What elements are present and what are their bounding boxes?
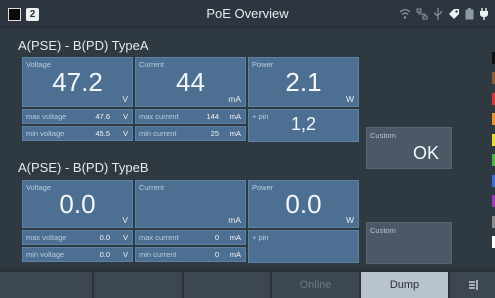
tag-icon [449, 9, 459, 19]
a-max-voltage-unit: V [122, 112, 128, 121]
b-min-current-label: min current [139, 250, 177, 259]
section-a-title: A(PSE) - B(PD) TypeA [18, 38, 149, 53]
a-min-voltage-tile[interactable]: min voltage 45.5 V [22, 126, 133, 141]
a-max-voltage-tile[interactable]: max voltage 47.6 V [22, 109, 133, 124]
bottom-button-3[interactable] [184, 272, 271, 298]
battery-icon [465, 8, 474, 20]
b-min-voltage-unit: V [122, 250, 128, 259]
b-min-voltage-value: 0.0 [99, 250, 110, 259]
b-min-current-value: 0 [214, 250, 219, 259]
b-max-current-unit: mA [229, 233, 241, 242]
a-voltage-unit: V [122, 94, 128, 104]
a-power-value: 2.1 [285, 67, 322, 97]
b-custom-label: Custom [370, 226, 396, 235]
a-min-current-label: min current [139, 129, 177, 138]
b-current-unit: mA [228, 215, 241, 225]
a-min-voltage-unit: V [122, 129, 128, 138]
a-min-voltage-label: min voltage [26, 129, 65, 138]
usb-icon [434, 8, 442, 20]
b-max-voltage-value: 0.0 [99, 233, 110, 242]
b-current-tile[interactable]: Current mA [135, 180, 246, 228]
b-min-voltage-tile[interactable]: min voltage 0.0 V [22, 247, 133, 262]
network-icon [416, 8, 428, 20]
b-power-tile[interactable]: Power 0.0 W [248, 180, 359, 228]
b-power-value: 0.0 [285, 189, 322, 219]
a-min-current-unit: mA [229, 129, 241, 138]
b-min-current-tile[interactable]: min current 0 mA [135, 247, 246, 262]
a-max-voltage-value: 47.6 [95, 112, 110, 121]
b-max-voltage-label: max voltage [26, 233, 67, 242]
a-max-voltage-label: max voltage [26, 112, 67, 121]
a-power-unit: W [345, 94, 354, 104]
b-max-current-tile[interactable]: max current 0 mA [135, 230, 246, 245]
a-voltage-tile[interactable]: Voltage 47.2 V [22, 57, 133, 107]
b-max-voltage-tile[interactable]: max voltage 0.0 V [22, 230, 133, 245]
b-max-current-value: 0 [214, 233, 219, 242]
a-custom-label: Custom [370, 131, 396, 140]
a-custom-tile[interactable]: Custom OK [366, 127, 452, 169]
a-min-current-tile[interactable]: min current 25 mA [135, 126, 246, 141]
menu-button[interactable] [450, 272, 495, 298]
b-power-unit: W [345, 215, 354, 225]
bottom-button-2[interactable] [94, 272, 183, 298]
title-bar: 2 PoE Overview [0, 0, 495, 28]
dump-button[interactable]: Dump [361, 272, 449, 298]
b-pin-label: + pin [252, 233, 269, 242]
status-icons [399, 6, 489, 22]
b-min-current-unit: mA [229, 250, 241, 259]
a-min-voltage-value: 45.5 [95, 129, 110, 138]
b-voltage-tile[interactable]: Voltage 0.0 V [22, 180, 133, 228]
plug-icon [480, 8, 488, 20]
b-pin-tile[interactable]: + pin [248, 230, 359, 263]
a-pin-tile[interactable]: + pin 1,2 [248, 109, 359, 142]
a-max-current-label: max current [139, 112, 179, 121]
b-voltage-value: 0.0 [59, 189, 96, 219]
a-min-current-value: 25 [210, 129, 219, 138]
a-custom-value: OK [412, 143, 439, 163]
b-voltage-unit: V [122, 215, 128, 225]
b-max-current-label: max current [139, 233, 179, 242]
online-button[interactable]: Online [272, 272, 360, 298]
a-max-current-value: 144 [206, 112, 219, 121]
b-max-voltage-unit: V [122, 233, 128, 242]
a-current-tile[interactable]: Current 44 mA [135, 57, 246, 107]
bottom-button-1[interactable] [0, 272, 93, 298]
a-current-unit: mA [228, 94, 241, 104]
b-custom-tile[interactable]: Custom [366, 222, 452, 264]
poe-overview-window: 2 PoE Overview A(PSE) - B(PD) TypeA Volt… [0, 0, 495, 298]
b-current-label: Current [139, 183, 165, 192]
menu-icon [468, 280, 478, 290]
a-pin-value: 1,2 [290, 114, 317, 134]
a-max-current-tile[interactable]: max current 144 mA [135, 109, 246, 124]
wifi-icon [399, 9, 411, 19]
a-voltage-value: 47.2 [52, 67, 103, 97]
a-max-current-unit: mA [229, 112, 241, 121]
a-power-tile[interactable]: Power 2.1 W [248, 57, 359, 107]
b-min-voltage-label: min voltage [26, 250, 65, 259]
section-b-title: A(PSE) - B(PD) TypeB [18, 160, 149, 175]
